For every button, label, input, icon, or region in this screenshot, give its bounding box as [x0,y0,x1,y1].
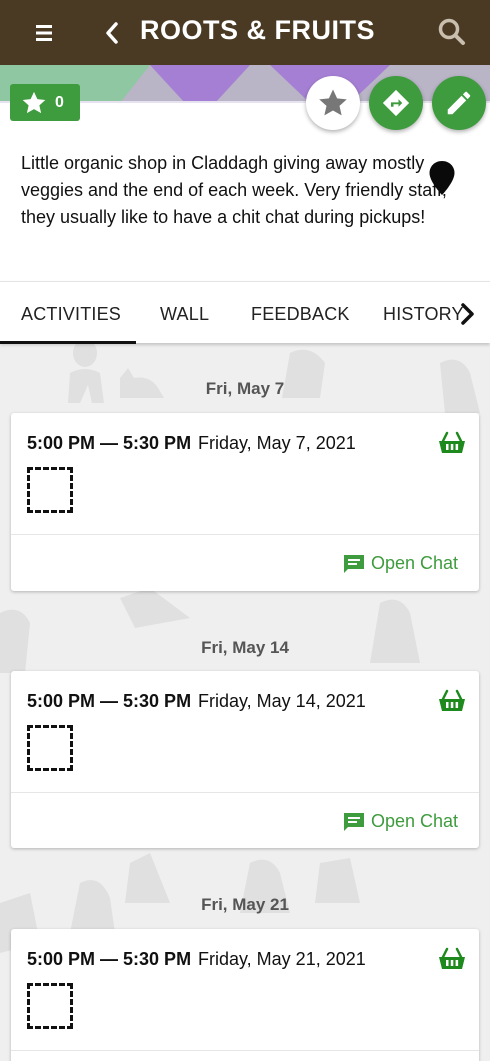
tab-feedback[interactable]: FEEDBACK [251,304,350,325]
card-divider [11,792,479,793]
chat-icon [343,554,364,573]
activity-time: 5:00 PM — 5:30 PM [27,691,192,711]
pencil-icon [447,91,471,115]
basket-icon [439,689,465,711]
activity-date: Friday, May 21, 2021 [198,949,366,969]
menu-icon[interactable] [26,20,62,46]
shop-description: Little organic shop in Claddagh giving a… [21,153,447,227]
star-icon [319,89,347,116]
image-placeholder [27,983,73,1029]
directions-icon [382,89,410,117]
basket-icon [439,431,465,453]
active-tab-indicator [0,341,136,344]
activity-card[interactable]: 5:00 PM — 5:30 PM Friday, May 14, 2021 O… [11,671,479,848]
card-divider [11,534,479,535]
location-pin-icon[interactable] [428,160,456,196]
app-bar: ROOTS & FRUITS [0,0,490,65]
chat-icon [343,812,364,831]
image-placeholder [27,467,73,513]
basket-icon [439,947,465,969]
favorites-count: 0 [55,93,64,111]
activity-time: 5:00 PM — 5:30 PM [27,949,192,969]
activity-time: 5:00 PM — 5:30 PM [27,433,192,453]
open-chat-label: Open Chat [370,811,458,831]
page-title: ROOTS & FRUITS [140,15,375,45]
open-chat-button[interactable]: Open Chat [343,811,458,832]
activity-date: Friday, May 7, 2021 [198,433,356,453]
directions-button[interactable] [369,76,423,130]
open-chat-button[interactable]: Open Chat [343,553,458,574]
date-header: Fri, May 7 [205,379,285,398]
open-chat-label: Open Chat [370,553,458,573]
date-header: Fri, May 14 [201,638,289,657]
favorites-badge[interactable]: 0 [10,84,80,121]
date-header: Fri, May 21 [201,895,289,914]
tab-history[interactable]: HISTORY [383,304,464,325]
star-icon [22,91,46,113]
favorite-button[interactable] [306,76,360,130]
activities-list[interactable]: Fri, May 7 5:00 PM — 5:30 PM Friday, May… [0,343,490,1061]
activity-date: Friday, May 14, 2021 [198,691,366,711]
tab-wall[interactable]: WALL [160,304,209,325]
tab-activities[interactable]: ACTIVITIES [21,304,121,325]
chevron-left-icon[interactable] [98,18,128,48]
card-divider [11,1050,479,1051]
search-icon[interactable] [436,16,468,48]
edit-button[interactable] [432,76,486,130]
activity-card[interactable]: 5:00 PM — 5:30 PM Friday, May 21, 2021 [11,929,479,1061]
activity-card[interactable]: 5:00 PM — 5:30 PM Friday, May 7, 2021 Op… [11,413,479,591]
image-placeholder [27,725,73,771]
chevron-right-icon[interactable] [457,302,477,326]
tab-bar: ACTIVITIES WALL FEEDBACK HISTORY [0,281,490,344]
